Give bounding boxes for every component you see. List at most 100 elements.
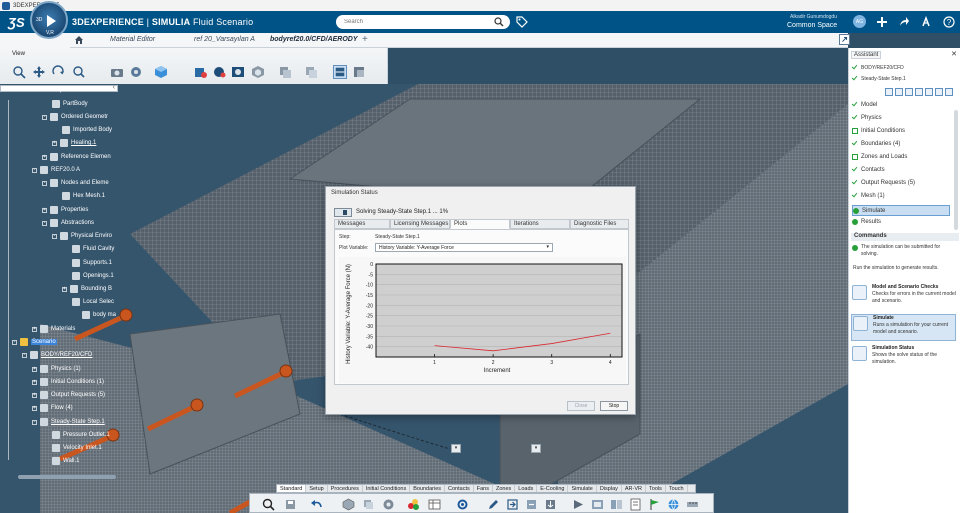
collapse-icon[interactable]: -	[42, 114, 47, 120]
table-icon[interactable]	[428, 498, 441, 511]
tree-node[interactable]: Velocity Inlet.1	[52, 444, 102, 452]
tab-setup[interactable]: Setup	[306, 485, 328, 492]
play-icon[interactable]	[47, 15, 56, 27]
expand-icon[interactable]: +	[32, 392, 37, 398]
settings-tool-icon[interactable]	[945, 88, 953, 96]
home-icon[interactable]	[74, 35, 84, 45]
tree-horizontal-scrollbar[interactable]	[18, 475, 116, 479]
viewport-chevron-1[interactable]: ▾	[451, 444, 461, 453]
close-icon[interactable]: ✕	[951, 50, 957, 58]
tab-ar-vr[interactable]: AR-VR	[622, 485, 647, 492]
tab-zones[interactable]: Zones	[493, 485, 516, 492]
tab-material-editor[interactable]: Material Editor	[110, 36, 155, 43]
tree-node[interactable]: - Steady-State Step.1	[32, 418, 105, 426]
section-view-icon[interactable]	[333, 65, 347, 79]
stop-button[interactable]: Stop	[600, 401, 628, 411]
collapse-icon[interactable]: -	[42, 220, 47, 226]
tab-initial-conditions[interactable]: Initial Conditions	[363, 485, 411, 492]
collab-space-selector[interactable]: Common Space	[787, 22, 837, 29]
search-icon[interactable]	[262, 498, 275, 511]
tab-e-cooling[interactable]: E-Cooling	[537, 485, 569, 492]
expand-icon[interactable]: +	[32, 379, 37, 385]
tree-node[interactable]: Pressure Outlet.1	[52, 431, 110, 439]
collapse-icon[interactable]: -	[12, 339, 17, 345]
search-icon[interactable]	[494, 17, 504, 27]
assistant-item-boundaries[interactable]: Boundaries (4)	[852, 141, 900, 147]
assistant-item-contacts[interactable]: Contacts	[852, 167, 885, 173]
tab-display[interactable]: Display	[597, 485, 622, 492]
simulate-tool-icon[interactable]	[925, 88, 933, 96]
tab-bodyref20-cfd[interactable]: bodyref20.0/CFD/AERODY	[270, 36, 358, 43]
output-tool-icon[interactable]	[915, 88, 923, 96]
tree-node[interactable]: + Healing.1	[52, 139, 96, 147]
search-input[interactable]	[344, 17, 484, 27]
results-tool-icon[interactable]	[935, 88, 943, 96]
tree-node[interactable]: + Initial Conditions (1)	[32, 378, 104, 386]
assistant-breadcrumb-case[interactable]: BODY/REF20/CFD	[852, 65, 904, 71]
share-icon[interactable]	[898, 16, 910, 28]
tree-node[interactable]: + Output Requests (5)	[32, 391, 105, 399]
fly-icon[interactable]	[12, 65, 26, 79]
expand-icon[interactable]: +	[32, 366, 37, 372]
tree-node[interactable]: - Ordered Geometr	[42, 113, 108, 121]
tree-node[interactable]: zx plane	[52, 87, 74, 93]
viewport-chevron-2[interactable]: ▾	[531, 444, 541, 453]
tab-simulate[interactable]: Simulate	[568, 485, 597, 492]
paste-icon[interactable]	[382, 498, 395, 511]
tree-node[interactable]: Hex Mesh.1	[62, 192, 105, 200]
rotate-icon[interactable]	[51, 65, 65, 79]
tag-icon[interactable]	[515, 15, 528, 28]
tree-node[interactable]: + Physics (1)	[32, 365, 81, 373]
import-icon[interactable]	[544, 498, 557, 511]
tree-node[interactable]: + Materials	[32, 325, 75, 333]
command-simulate[interactable]: Simulate Runs a simulation for your curr…	[851, 314, 956, 341]
tab-ref20-varsayilan[interactable]: ref 20_Varsayılan A	[194, 36, 255, 43]
avatar[interactable]: AG	[853, 15, 866, 28]
assistant-item-mesh[interactable]: Mesh (1)	[852, 193, 885, 199]
render-icon[interactable]	[212, 65, 226, 79]
tree-node[interactable]: body ma	[82, 311, 116, 319]
assistant-item-output-requests[interactable]: Output Requests (5)	[852, 180, 915, 186]
tab-plots[interactable]: Plots	[450, 219, 510, 229]
tree-node[interactable]: - Physical Enviro	[52, 232, 112, 240]
pan-icon[interactable]	[32, 65, 46, 79]
tab-tools[interactable]: Tools	[646, 485, 666, 492]
command-simulation-status[interactable]: Simulation Status Shows the solve status…	[851, 345, 956, 371]
tab-messages[interactable]: Messages	[334, 219, 390, 229]
tree-node[interactable]: - BODY/REF20/CFD	[22, 351, 92, 359]
tab-loads[interactable]: Loads	[515, 485, 538, 492]
export-icon[interactable]	[525, 498, 538, 511]
tree-node[interactable]: Imported Body	[62, 126, 112, 134]
tab-touch[interactable]: Touch	[666, 485, 688, 492]
tree-node[interactable]: - REF20.0 A	[32, 166, 80, 174]
zoom-icon[interactable]	[72, 65, 86, 79]
tab-iterations[interactable]: Iterations	[510, 219, 570, 229]
assistant-item-physics[interactable]: Physics	[852, 115, 882, 121]
maximize-icon[interactable]	[839, 34, 850, 45]
tree-node[interactable]: Local Selec	[72, 298, 114, 306]
assistant-item-initial-conditions[interactable]: Initial Conditions	[852, 128, 905, 134]
add-icon[interactable]	[876, 16, 888, 28]
capture-view-icon[interactable]	[591, 498, 604, 511]
assistant-item-zones-loads[interactable]: Zones and Loads	[852, 154, 907, 160]
expand-icon[interactable]: +	[42, 154, 47, 160]
tab-diagnostic-files[interactable]: Diagnostic Files	[570, 219, 629, 229]
forward-icon[interactable]	[572, 498, 585, 511]
collapse-icon[interactable]: -	[52, 233, 57, 239]
apps-icon[interactable]	[920, 16, 932, 28]
tree-node[interactable]: Supports.1	[72, 259, 112, 267]
tab-standard[interactable]: Standard	[277, 485, 307, 492]
compare-icon[interactable]	[610, 498, 623, 511]
tree-node[interactable]: + Bounding B	[62, 285, 112, 293]
physics-tool-icon[interactable]	[885, 88, 893, 96]
boundary-tool-icon[interactable]	[905, 88, 913, 96]
expand-icon[interactable]: +	[42, 207, 47, 213]
material-icon[interactable]	[407, 498, 420, 511]
tree-node[interactable]: - Nodes and Eleme	[42, 179, 109, 187]
tree-node[interactable]: - Abstractions	[42, 219, 94, 227]
compass-widget[interactable]: 3D V,R	[30, 1, 68, 39]
display-options-icon[interactable]	[251, 65, 265, 79]
ambiance-icon[interactable]	[231, 65, 245, 79]
tree-node-scenario[interactable]: - Scenario	[12, 338, 57, 346]
globe-icon[interactable]	[667, 498, 680, 511]
